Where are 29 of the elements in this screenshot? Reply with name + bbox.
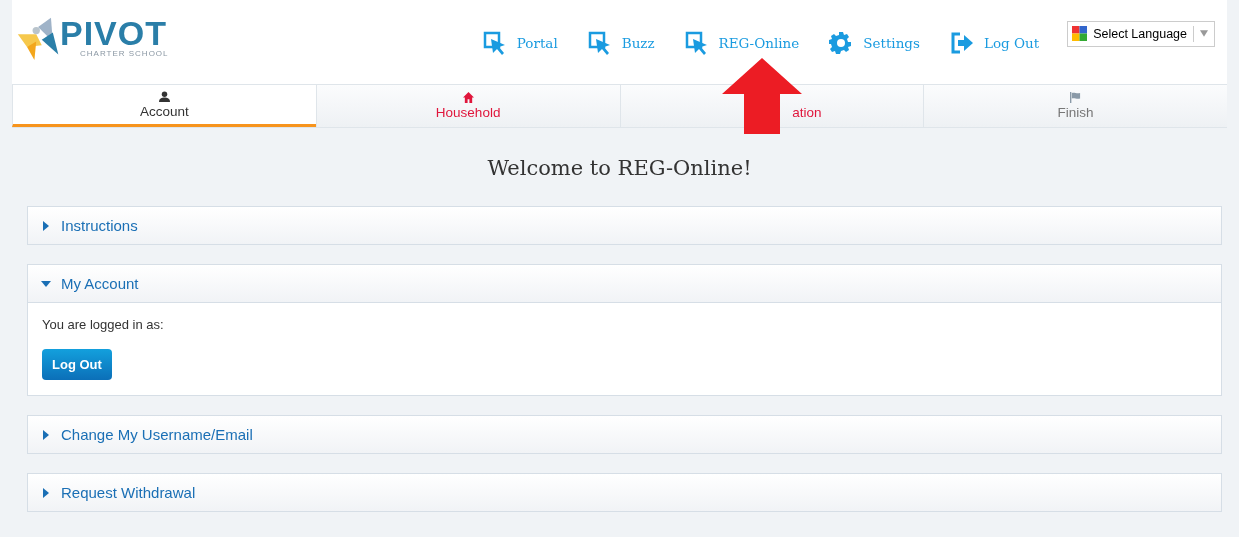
step-tab[interactable]: Finish [923,85,1227,127]
logo-tagline: CHARTER SCHOOL [80,48,169,58]
caret-right-icon [41,220,51,231]
caret-down-icon [41,278,51,289]
cursor-icon [587,31,612,55]
exit-icon [949,31,974,55]
user-icon [158,90,170,102]
logo-wordmark: PIVOT [60,16,169,49]
page-heading: Welcome to REG-Online! [486,156,753,180]
step-tab[interactable]: Household [315,85,620,127]
home-icon [462,92,474,103]
translate-icon [1072,26,1088,41]
school-logo[interactable]: PIVOT CHARTER SCHOOL [16,14,169,60]
login-status-text: You are logged in as: [42,317,165,332]
nav-link[interactable]: Log Out [949,31,1040,55]
cursor-icon [684,31,709,55]
nav-link[interactable]: Portal [482,31,558,55]
caret-right-icon [41,487,51,498]
flag-icon [1070,92,1082,103]
nav-link[interactable]: REG-Online [684,31,800,55]
cursor-icon [482,31,507,55]
nav-link[interactable]: Buzz [587,31,655,55]
caret-right-icon [41,429,51,440]
logout-button[interactable]: Log Out [42,349,112,380]
caret-icon [1200,30,1208,37]
language-select[interactable]: Select Language [1067,21,1215,47]
nav-link[interactable]: Settings [829,31,920,55]
step-tab[interactable]: Account [12,85,316,127]
settings-icon [829,31,854,55]
